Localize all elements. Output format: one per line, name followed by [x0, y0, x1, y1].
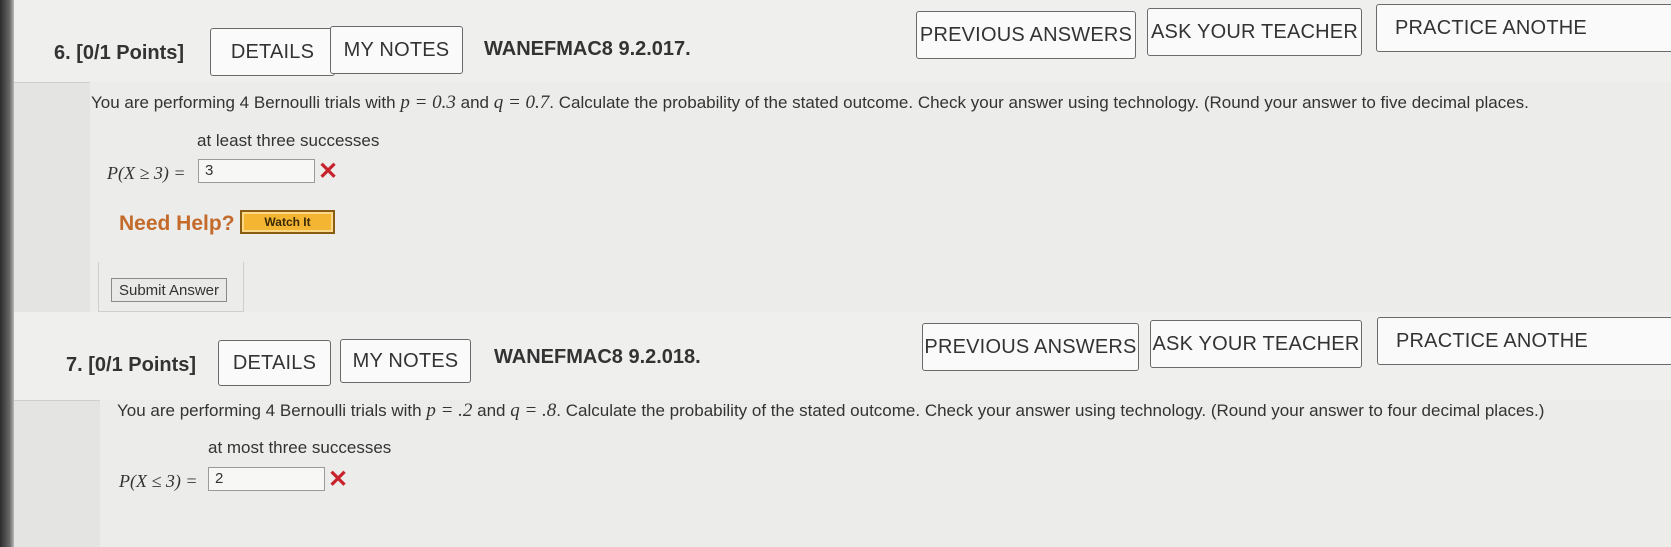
details-button[interactable]: DETAILS: [210, 28, 335, 76]
question-7-prompt: You are performing 4 Bernoulli trials wi…: [117, 400, 1544, 422]
details-button[interactable]: DETAILS: [218, 340, 331, 386]
ask-your-teacher-button[interactable]: ASK YOUR TEACHER: [1150, 320, 1362, 368]
question-6-body: [90, 82, 1671, 312]
q-value: q = 0.7: [493, 92, 550, 113]
question-6-header: 6. [0/1 Points] DETAILS MY NOTES WANEFMA…: [14, 0, 1671, 83]
x-mark-icon: ✕: [318, 158, 339, 185]
question-code: WANEFMAC8 9.2.017.: [484, 38, 691, 60]
question-7-header: 7. [0/1 Points] DETAILS MY NOTES WANEFMA…: [14, 312, 1671, 401]
q-value: q = .8: [510, 400, 557, 421]
my-notes-button[interactable]: MY NOTES: [330, 26, 463, 74]
question-7-points: 7. [0/1 Points]: [66, 354, 196, 377]
x-mark-icon: ✕: [328, 466, 349, 493]
question-6-points: 6. [0/1 Points]: [54, 42, 184, 65]
practice-another-button[interactable]: PRACTICE ANOTHE: [1376, 4, 1671, 52]
points-label: [0/1 Points]: [76, 42, 185, 64]
p-value: p = .2: [426, 400, 473, 421]
probability-expression: P(X ≤ 3) =: [119, 471, 198, 492]
probability-expression: P(X ≥ 3) =: [107, 163, 186, 184]
practice-another-button[interactable]: PRACTICE ANOTHE: [1377, 317, 1671, 365]
points-label: [0/1 Points]: [88, 354, 197, 376]
prob-expr: P(X ≤ 3) =: [119, 471, 198, 491]
prompt-and: and: [472, 401, 511, 420]
question-6-prompt: You are performing 4 Bernoulli trials wi…: [91, 92, 1529, 114]
prob-expr: P(X ≥ 3) =: [107, 163, 186, 183]
answer-input[interactable]: 3: [198, 159, 315, 183]
prompt-text-end: . Calculate the probability of the state…: [556, 401, 1545, 420]
question-number: 7.: [66, 354, 83, 376]
need-help-label: Need Help?: [119, 212, 235, 235]
watch-it-button[interactable]: Watch It: [240, 210, 335, 234]
question-7-subprompt: at most three successes: [208, 438, 392, 457]
previous-answers-button[interactable]: PREVIOUS ANSWERS: [916, 11, 1136, 59]
prompt-text: You are performing 4 Bernoulli trials wi…: [91, 93, 401, 112]
prompt-text: You are performing 4 Bernoulli trials wi…: [117, 401, 427, 420]
prompt-and: and: [455, 93, 494, 112]
prompt-text-end: . Calculate the probability of the state…: [549, 93, 1529, 112]
left-screen-edge: [0, 0, 14, 547]
question-number: 6.: [54, 42, 71, 64]
my-notes-button[interactable]: MY NOTES: [340, 339, 471, 383]
submit-answer-button[interactable]: Submit Answer: [111, 278, 227, 302]
ask-your-teacher-button[interactable]: ASK YOUR TEACHER: [1147, 8, 1362, 56]
question-6-subprompt: at least three successes: [197, 131, 380, 150]
question-code: WANEFMAC8 9.2.018.: [494, 346, 701, 368]
answer-input[interactable]: 2: [208, 467, 325, 491]
p-value: p = 0.3: [400, 92, 456, 113]
previous-answers-button[interactable]: PREVIOUS ANSWERS: [922, 323, 1139, 371]
